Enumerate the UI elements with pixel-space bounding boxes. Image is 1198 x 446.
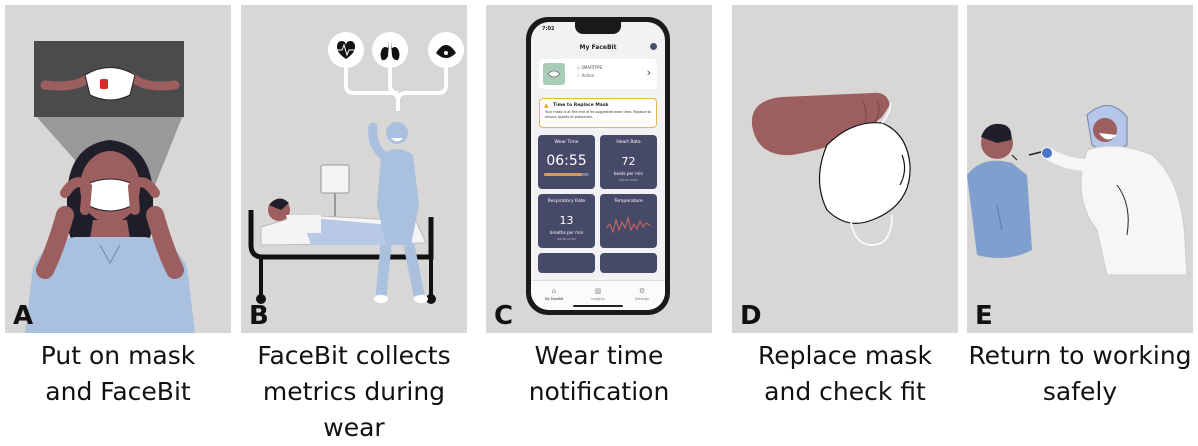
wear-time-tile[interactable]: Wear Time 06:55 bbox=[538, 135, 595, 189]
tile-label: Respiratory Rate bbox=[547, 199, 586, 204]
warning-icon: ▲ bbox=[544, 102, 549, 109]
settings-icon[interactable] bbox=[650, 43, 657, 50]
alert-title: Time to Replace Mask bbox=[553, 103, 609, 108]
caption-replace-mask: Replace mask and check fit bbox=[732, 338, 958, 410]
home-indicator bbox=[573, 305, 623, 307]
caption-collect-metrics: FaceBit collects metrics during wear bbox=[241, 338, 467, 446]
temperature-sparkline bbox=[606, 216, 651, 234]
caption-line: notification bbox=[528, 377, 670, 406]
alert-body: Your mask is at the end of its suggested… bbox=[545, 110, 652, 119]
person-putting-on-mask-illustration bbox=[25, 41, 195, 333]
panel-wear-time-notification: 7:02 My FaceBit ◇ SMARTPPE ✓ Active › ▲ … bbox=[486, 5, 712, 333]
tab-bar: ⌂ My FaceBit ▥ Insights ⚙ Settings bbox=[531, 280, 665, 310]
caption-line: Wear time bbox=[534, 341, 664, 370]
tile-label: Temperature bbox=[614, 199, 643, 204]
caption-line: and FaceBit bbox=[45, 377, 191, 406]
tab-settings[interactable]: Settings bbox=[620, 297, 664, 301]
caption-line: Return to working bbox=[968, 341, 1192, 370]
tile-label: Wear Time bbox=[554, 140, 579, 145]
panel-letter: C bbox=[494, 301, 514, 331]
tile-timestamp: 02/15 13:43 bbox=[619, 178, 638, 182]
caption-line: and check fit bbox=[764, 377, 926, 406]
panel-letter: A bbox=[13, 301, 34, 331]
app-title: My FaceBit bbox=[579, 44, 617, 51]
tab-insights[interactable]: Insights bbox=[576, 297, 620, 301]
caption-line: Replace mask bbox=[757, 341, 932, 370]
device-name: ◇ SMARTPPE bbox=[577, 65, 603, 70]
caption-wear-time-notification: Wear time notification bbox=[486, 338, 712, 410]
caption-line: FaceBit collects bbox=[257, 341, 451, 370]
mask-thumbnail bbox=[543, 63, 565, 85]
extra-tile bbox=[600, 253, 657, 273]
home-icon: ⌂ bbox=[551, 287, 557, 295]
heart-rate-tile[interactable]: Heart Rate 72 beats per min 02/15 13:43 bbox=[600, 135, 657, 189]
healthcare-worker-swab-illustration bbox=[967, 105, 1188, 276]
caption-return-to-work: Return to working safely bbox=[967, 338, 1193, 410]
device-status-text: Active bbox=[581, 73, 594, 78]
wear-progress-bar bbox=[544, 173, 589, 176]
panel-letter: B bbox=[249, 301, 269, 331]
tile-timestamp: 02/15 13:43 bbox=[557, 237, 576, 241]
chevron-right-icon[interactable]: › bbox=[647, 66, 651, 79]
panel-put-on-mask: A bbox=[5, 5, 231, 333]
tile-unit: beats per min bbox=[613, 171, 644, 176]
caption-line: Put on mask bbox=[40, 341, 196, 370]
panel-replace-mask: D bbox=[732, 5, 958, 333]
status-clock: 7:02 bbox=[542, 26, 555, 32]
tile-value: 13 bbox=[559, 214, 574, 227]
panel-collect-metrics: B bbox=[241, 5, 467, 333]
lungs-icon bbox=[372, 32, 408, 68]
temperature-tile[interactable]: Temperature bbox=[600, 194, 657, 248]
device-name-text: SMARTPPE bbox=[581, 65, 603, 70]
panel-letter: E bbox=[975, 301, 993, 331]
tile-label: Heart Rate bbox=[616, 140, 641, 145]
panel-letter: D bbox=[740, 301, 762, 331]
caption-line: safely bbox=[1042, 377, 1118, 406]
device-card[interactable]: ◇ SMARTPPE ✓ Active › bbox=[539, 59, 657, 89]
device-status: ✓ Active bbox=[577, 73, 594, 78]
hand-holding-mask-illustration bbox=[751, 92, 911, 246]
phone-screen: 7:02 My FaceBit ◇ SMARTPPE ✓ Active › ▲ … bbox=[531, 22, 665, 310]
tile-value: 72 bbox=[621, 155, 636, 168]
settings-tab-icon: ⚙ bbox=[638, 287, 646, 295]
insights-icon: ▥ bbox=[594, 287, 602, 295]
tile-value: 06:55 bbox=[546, 153, 587, 169]
caption-put-on-mask: Put on mask and FaceBit bbox=[5, 338, 231, 410]
smartphone: 7:02 My FaceBit ◇ SMARTPPE ✓ Active › ▲ … bbox=[526, 17, 670, 315]
hospital-bed-metrics-illustration bbox=[248, 32, 464, 304]
phone-notch bbox=[575, 22, 621, 34]
tab-my-facebit[interactable]: My FaceBit bbox=[532, 297, 576, 301]
panel-return-to-work: E bbox=[967, 5, 1193, 333]
caption-line: metrics during wear bbox=[262, 377, 446, 442]
extra-tile bbox=[538, 253, 595, 273]
replace-mask-alert[interactable]: ▲ Time to Replace Mask Your mask is at t… bbox=[539, 98, 657, 128]
tile-unit: breaths per min bbox=[549, 230, 584, 235]
respiratory-rate-tile[interactable]: Respiratory Rate 13 breaths per min 02/1… bbox=[538, 194, 595, 248]
